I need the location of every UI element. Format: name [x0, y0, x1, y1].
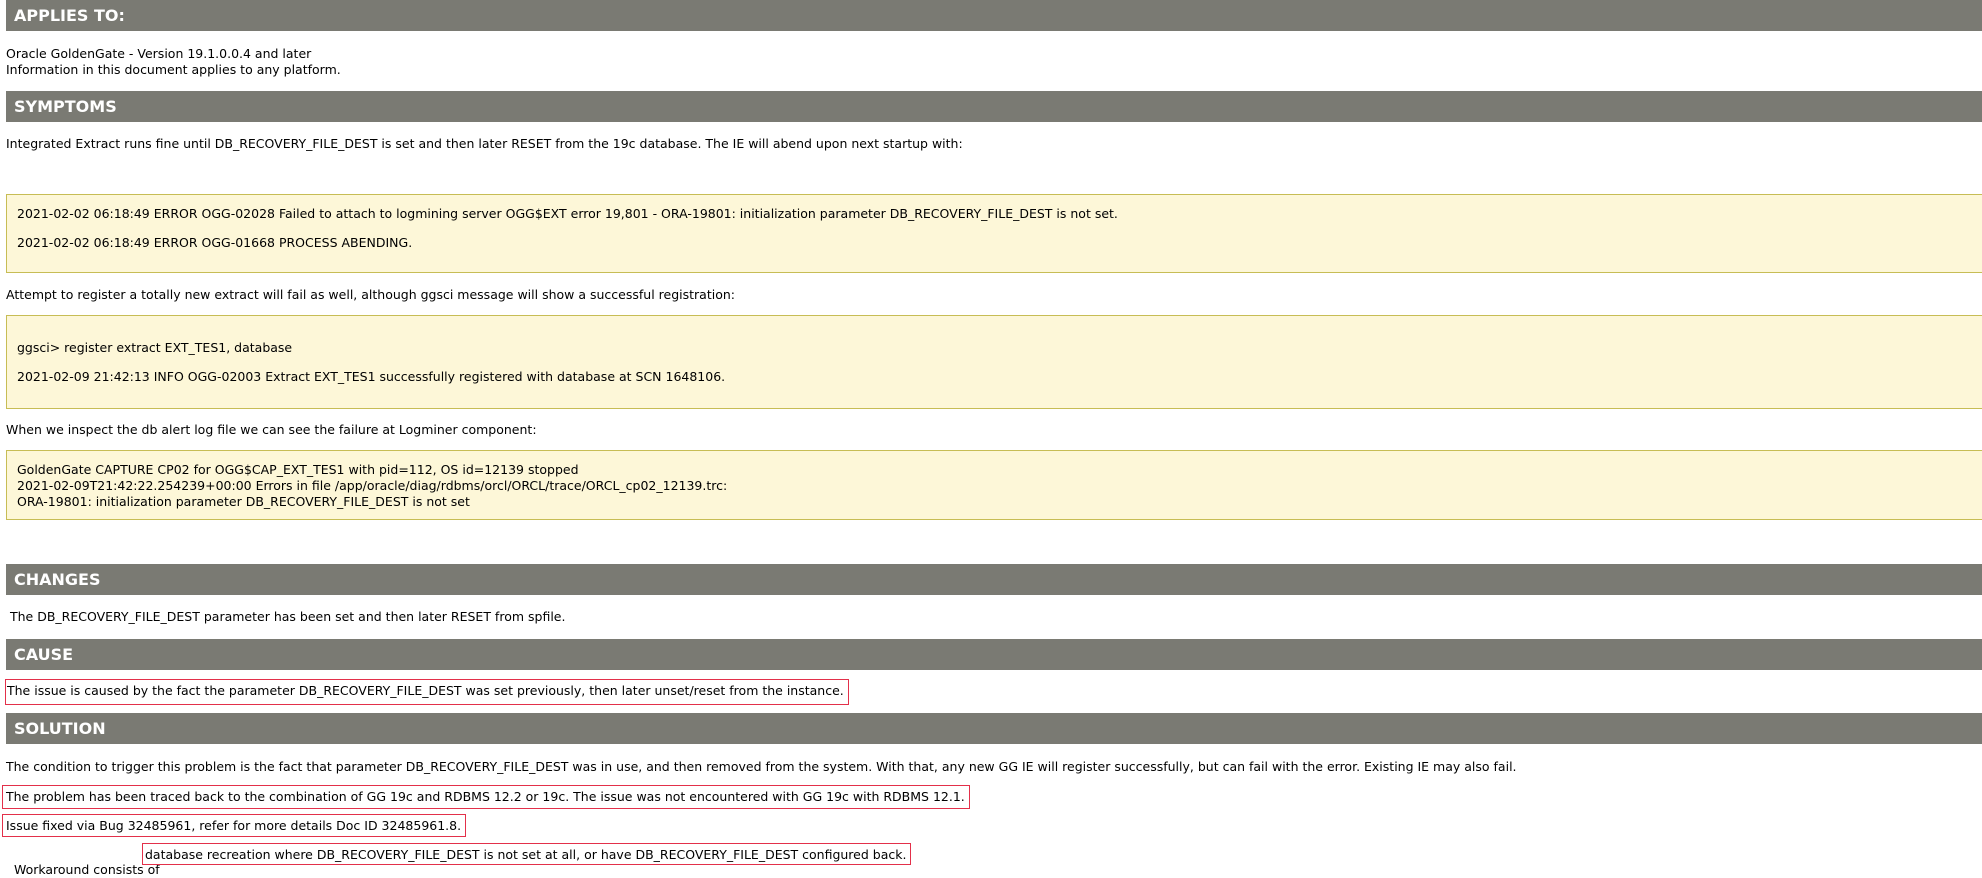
register-text: Attempt to register a totally new extrac… [6, 287, 735, 302]
solution-traced: The problem has been traced back to the … [2, 785, 970, 809]
ggsci-line: ggsci> register extract EXT_TES1, databa… [17, 340, 293, 355]
solution-workaround: Workaround consists of [6, 846, 164, 878]
applies-to-heading: APPLIES TO: [6, 0, 1982, 31]
cause-heading: CAUSE [6, 639, 1982, 670]
ggsci-line: 2021-02-09 21:42:13 INFO OGG-02003 Extra… [17, 369, 726, 384]
alert-log-block: GoldenGate CAPTURE CP02 for OGG$CAP_EXT_… [6, 450, 1982, 520]
changes-heading: CHANGES [6, 564, 1982, 595]
cause-text: The issue is caused by the fact the para… [5, 679, 849, 705]
solution-condition: The condition to trigger this problem is… [6, 759, 1517, 774]
solution-bug-fix: Issue fixed via Bug 32485961, refer for … [2, 814, 467, 837]
changes-text: The DB_RECOVERY_FILE_DEST parameter has … [6, 609, 566, 624]
applies-to-platform: Information in this document applies to … [6, 62, 341, 77]
symptoms-heading: SYMPTOMS [6, 91, 1982, 122]
alert-log-text: When we inspect the db alert log file we… [6, 422, 537, 437]
workaround-highlight: database recreation where DB_RECOVERY_FI… [142, 843, 912, 865]
applies-to-version: Oracle GoldenGate - Version 19.1.0.0.4 a… [6, 46, 312, 61]
error-log-line: 2021-02-02 06:18:49 ERROR OGG-01668 PROC… [17, 235, 413, 250]
ggsci-output-block: ggsci> register extract EXT_TES1, databa… [6, 315, 1982, 409]
symptoms-intro: Integrated Extract runs fine until DB_RE… [6, 136, 963, 151]
alert-log-line: GoldenGate CAPTURE CP02 for OGG$CAP_EXT_… [17, 462, 579, 477]
solution-heading: SOLUTION [6, 713, 1982, 744]
error-log-line: 2021-02-02 06:18:49 ERROR OGG-02028 Fail… [17, 206, 1118, 221]
alert-log-line: ORA-19801: initialization parameter DB_R… [17, 494, 470, 509]
error-log-block: 2021-02-02 06:18:49 ERROR OGG-02028 Fail… [6, 194, 1982, 273]
alert-log-line: 2021-02-09T21:42:22.254239+00:00 Errors … [17, 478, 728, 493]
